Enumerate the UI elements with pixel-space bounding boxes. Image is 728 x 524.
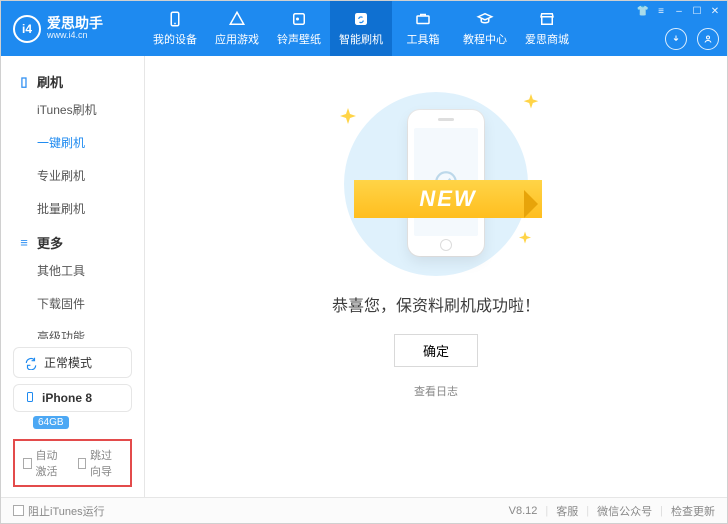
tab-tutorial[interactable]: 教程中心 [454, 1, 516, 56]
tab-label: 教程中心 [463, 31, 507, 47]
logo: i4 爱思助手 www.i4.cn [1, 15, 144, 43]
options-highlight: 自动激活 跳过向导 [13, 439, 132, 487]
minimize-icon[interactable]: – [673, 5, 685, 17]
tab-label: 我的设备 [153, 31, 197, 47]
body: ▯ 刷机 iTunes刷机 一键刷机 专业刷机 批量刷机 ≡ 更多 其他工具 下… [1, 56, 727, 497]
tab-ringwall[interactable]: 铃声壁纸 [268, 1, 330, 56]
phone-small-icon [24, 391, 36, 405]
wechat-link[interactable]: 微信公众号 [597, 503, 652, 519]
device-mode-label: 正常模式 [44, 354, 92, 371]
sidebar-item-advanced[interactable]: 高级功能 [1, 320, 144, 339]
new-ribbon: NEW [354, 172, 542, 228]
sidebar-group-label: 刷机 [37, 72, 63, 91]
window-controls: 👕 ≡ – ☐ ✕ [637, 5, 721, 17]
toolbox-icon [414, 10, 432, 28]
sidebar: ▯ 刷机 iTunes刷机 一键刷机 专业刷机 批量刷机 ≡ 更多 其他工具 下… [1, 56, 145, 497]
skip-guide-checkbox[interactable]: 跳过向导 [78, 447, 123, 479]
app-window: i4 爱思助手 www.i4.cn 我的设备 应用游戏 铃声壁纸 智能刷机 [0, 0, 728, 524]
logo-icon: i4 [13, 15, 41, 43]
header-actions [665, 28, 719, 50]
storage-badge: 64GB [33, 416, 69, 429]
success-illustration: NEW [326, 92, 546, 272]
phone-outline-icon: ▯ [17, 74, 31, 90]
sparkle-icon [336, 106, 360, 130]
support-link[interactable]: 客服 [556, 503, 578, 519]
block-itunes-checkbox[interactable]: 阻止iTunes运行 [13, 503, 105, 519]
sidebar-item-other-tools[interactable]: 其他工具 [1, 254, 144, 287]
tab-mall[interactable]: 爱思商城 [516, 1, 578, 56]
sidebar-group-more[interactable]: ≡ 更多 [1, 225, 144, 254]
tab-label: 铃声壁纸 [277, 31, 321, 47]
tab-toolbox[interactable]: 工具箱 [392, 1, 454, 56]
sidebar-item-itunes-flash[interactable]: iTunes刷机 [1, 93, 144, 126]
tab-label: 应用游戏 [215, 31, 259, 47]
top-tabs: 我的设备 应用游戏 铃声壁纸 智能刷机 工具箱 教程中心 [144, 1, 578, 56]
device-selector[interactable]: iPhone 8 [13, 384, 132, 412]
sidebar-item-pro-flash[interactable]: 专业刷机 [1, 159, 144, 192]
tab-label: 智能刷机 [339, 31, 383, 47]
menu-icon[interactable]: ≡ [655, 5, 667, 17]
tab-label: 爱思商城 [525, 31, 569, 47]
view-log-link[interactable]: 查看日志 [414, 383, 458, 399]
auto-activate-checkbox[interactable]: 自动激活 [23, 447, 68, 479]
success-message: 恭喜您，保资料刷机成功啦！ [332, 292, 540, 316]
ribbon-text: NEW [354, 180, 542, 218]
user-button[interactable] [697, 28, 719, 50]
tab-device[interactable]: 我的设备 [144, 1, 206, 56]
main-pane: NEW 恭喜您，保资料刷机成功啦！ 确定 查看日志 [145, 56, 727, 497]
sidebar-group-flash[interactable]: ▯ 刷机 [1, 64, 144, 93]
sidebar-item-one-key-flash[interactable]: 一键刷机 [1, 126, 144, 159]
sync-icon [24, 356, 38, 370]
sidebar-group-label: 更多 [37, 233, 63, 252]
tab-label: 工具箱 [407, 31, 440, 47]
checkbox-label: 阻止iTunes运行 [28, 503, 105, 519]
app-site: www.i4.cn [47, 30, 103, 42]
app-name: 爱思助手 [47, 16, 103, 30]
appstore-icon [228, 10, 246, 28]
tab-apps[interactable]: 应用游戏 [206, 1, 268, 56]
sidebar-item-batch-flash[interactable]: 批量刷机 [1, 192, 144, 225]
tab-flash[interactable]: 智能刷机 [330, 1, 392, 56]
download-button[interactable] [665, 28, 687, 50]
phone-icon [166, 10, 184, 28]
ok-button[interactable]: 确定 [394, 334, 478, 367]
sidebar-item-download-fw[interactable]: 下载固件 [1, 287, 144, 320]
title-bar: i4 爱思助手 www.i4.cn 我的设备 应用游戏 铃声壁纸 智能刷机 [1, 1, 727, 56]
graduation-icon [476, 10, 494, 28]
close-icon[interactable]: ✕ [709, 5, 721, 17]
sparkle-icon [520, 92, 542, 114]
maximize-icon[interactable]: ☐ [691, 5, 703, 17]
checkbox-label: 跳过向导 [90, 447, 122, 479]
version-label: V8.12 [509, 505, 538, 517]
check-update-link[interactable]: 检查更新 [671, 503, 715, 519]
more-icon: ≡ [17, 235, 31, 250]
checkbox-label: 自动激活 [36, 447, 68, 479]
sparkle-icon [516, 230, 534, 248]
device-name: iPhone 8 [42, 391, 92, 405]
device-mode[interactable]: 正常模式 [13, 347, 132, 378]
skin-icon[interactable]: 👕 [637, 5, 649, 17]
refresh-icon [352, 10, 370, 28]
music-image-icon [290, 10, 308, 28]
store-icon [538, 10, 556, 28]
status-bar: 阻止iTunes运行 V8.12 | 客服 | 微信公众号 | 检查更新 [1, 497, 727, 523]
